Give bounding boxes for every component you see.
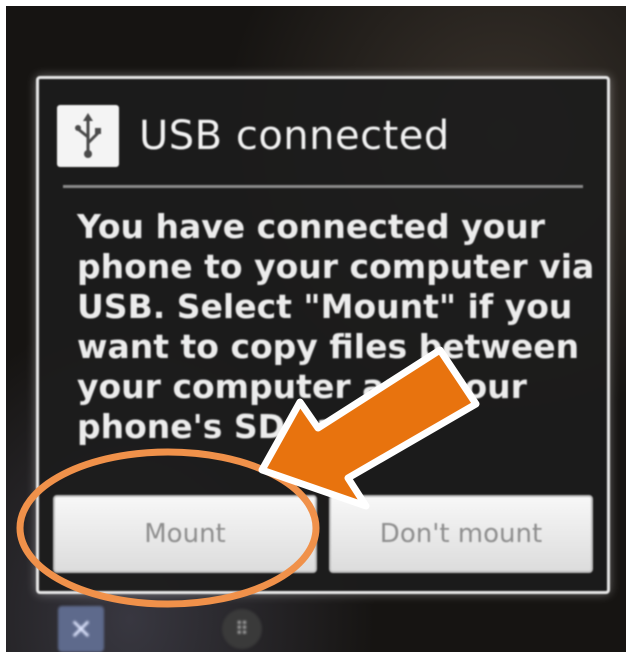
dont-mount-button[interactable]: Don't mount: [329, 495, 593, 573]
mount-button[interactable]: Mount: [53, 495, 317, 573]
dialog-message: You have connected your phone to your co…: [77, 207, 595, 446]
dialog-title-bar: USB connected: [57, 101, 589, 171]
dialog-title: USB connected: [139, 113, 450, 159]
phone-screen-photo: USB connected You have connected your ph…: [6, 6, 626, 652]
title-divider: [63, 185, 583, 188]
usb-icon: [57, 105, 119, 167]
home-screen-dock: ✕ ⠿: [6, 604, 626, 652]
launcher-icon[interactable]: ⠿: [222, 609, 262, 649]
app-icon[interactable]: ✕: [58, 606, 104, 652]
dialog-buttons: Mount Don't mount: [53, 495, 593, 573]
usb-connected-dialog: USB connected You have connected your ph…: [36, 76, 610, 594]
